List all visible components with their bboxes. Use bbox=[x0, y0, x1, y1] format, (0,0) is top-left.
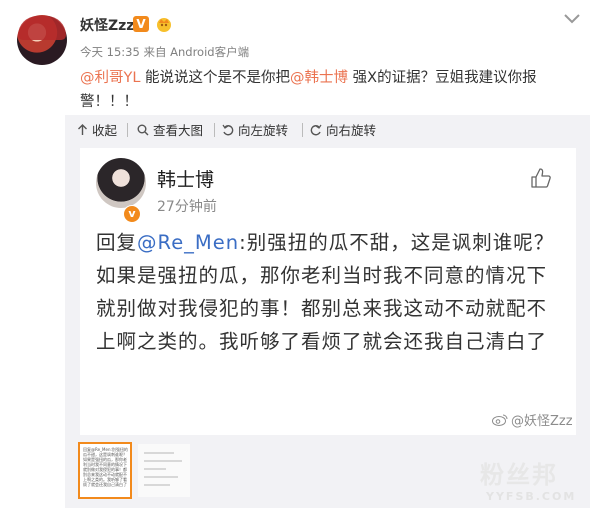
crown-icon bbox=[157, 18, 171, 32]
thumbnail-text: 回复@Re_Men:别强扭的瓜不甜，这是讽刺谁呢？如果是强扭的瓜，那你老利当时我… bbox=[83, 447, 128, 487]
collapse-button[interactable]: 收起 bbox=[77, 120, 117, 139]
collapse-label: 收起 bbox=[92, 123, 118, 138]
inner-username: 韩士博 bbox=[157, 169, 215, 191]
chevron-down-icon[interactable] bbox=[563, 12, 581, 26]
magnifier-icon bbox=[137, 124, 149, 135]
collapse-icon bbox=[78, 123, 87, 135]
mention-link[interactable]: @韩士博 bbox=[290, 70, 348, 86]
watermark-text: @妖怪Zzz bbox=[511, 414, 573, 429]
toolbar-divider bbox=[127, 123, 128, 137]
username[interactable]: 妖怪Zzz bbox=[80, 15, 134, 35]
thumbnail-line bbox=[144, 484, 170, 486]
post-source[interactable]: 来自 Android客户端 bbox=[143, 45, 249, 59]
verified-icon: V bbox=[133, 16, 149, 32]
view-large-label: 查看大图 bbox=[153, 123, 204, 138]
mention-link[interactable]: @利哥YL bbox=[80, 70, 140, 86]
post-time[interactable]: 今天 15:35 bbox=[80, 45, 140, 59]
view-large-button[interactable]: 查看大图 bbox=[137, 120, 203, 139]
weibo-icon bbox=[492, 414, 508, 426]
inner-time: 27分钟前 bbox=[157, 199, 217, 215]
inner-mention: @Re_Men bbox=[137, 231, 240, 254]
inner-reply-text: 回复@Re_Men:别强扭的瓜不甜，这是讽刺谁呢？如果是强扭的瓜，那你老利当时我… bbox=[96, 226, 566, 358]
rotate-right-label: 向右旋转 bbox=[326, 123, 377, 138]
avatar-hair-decoration bbox=[18, 16, 66, 40]
thumbnail-line bbox=[144, 468, 166, 470]
brand-url: YYFSB.COM bbox=[486, 490, 577, 503]
rotate-left-icon bbox=[222, 124, 234, 135]
thumbnail-line bbox=[144, 476, 178, 478]
weibo-watermark: @妖怪Zzz bbox=[492, 410, 573, 429]
post-text: @利哥YL 能说说这个是不是你把@韩士博 强X的证据？豆姐我建议你报警！！！ bbox=[80, 66, 570, 114]
brand-watermark: 粉丝邦 bbox=[480, 461, 558, 489]
thumbnail-line bbox=[144, 460, 182, 462]
thumbnail[interactable] bbox=[138, 444, 190, 497]
inner-avatar bbox=[96, 158, 146, 208]
rotate-right-icon bbox=[310, 124, 322, 135]
thumbnail-selected[interactable]: 回复@Re_Men:别强扭的瓜不甜，这是讽刺谁呢？如果是强扭的瓜，那你老利当时我… bbox=[78, 442, 132, 499]
rotate-right-button[interactable]: 向右旋转 bbox=[310, 120, 376, 139]
reply-prefix: 回复 bbox=[96, 231, 138, 254]
rotate-left-button[interactable]: 向左旋转 bbox=[222, 120, 288, 139]
rotate-left-label: 向左旋转 bbox=[238, 123, 289, 138]
toolbar-divider bbox=[302, 123, 303, 137]
thumbs-up-icon bbox=[531, 168, 551, 188]
inner-verified-icon: v bbox=[123, 205, 141, 223]
post-meta: 今天 15:35 来自 Android客户端 bbox=[80, 44, 249, 60]
post-text-part1: 能说说这个是不是你把 bbox=[145, 70, 291, 86]
toolbar-divider bbox=[214, 123, 215, 137]
thumbnail-line bbox=[144, 452, 174, 454]
